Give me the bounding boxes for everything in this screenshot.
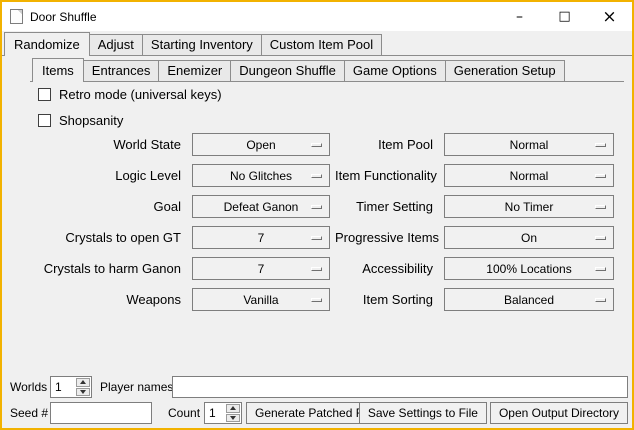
dropdown-indicator-icon [595,174,606,178]
dropdown-progressive-items-value: On [521,231,537,245]
tab-entrances[interactable]: Entrances [83,60,160,81]
close-button[interactable]: × [587,2,632,31]
worlds-spin-arrows [76,378,90,396]
worlds-label: Worlds [10,376,47,398]
window-title: Door Shuffle [30,10,97,24]
dropdown-timer-setting[interactable]: No Timer [444,195,614,218]
label-timer-setting: Timer Setting [335,195,439,218]
dropdown-accessibility[interactable]: 100% Locations [444,257,614,280]
save-settings-button[interactable]: Save Settings to File [359,402,487,424]
dropdown-weapons-value: Vanilla [243,293,278,307]
tab-randomize[interactable]: Randomize [4,32,90,56]
tab-adjust[interactable]: Adjust [89,34,143,55]
minimize-button[interactable]: – [497,2,542,31]
maximize-button[interactable]: □ [542,2,587,31]
spin-up-button[interactable] [76,378,90,387]
titlebar[interactable]: Door Shuffle – □ × [2,2,632,31]
window-controls: – □ × [497,2,632,31]
worlds-spinbox-value: 1 [51,377,75,397]
shopsanity-label[interactable]: Shopsanity [59,113,123,128]
shopsanity-checkbox-box[interactable] [38,114,51,127]
dropdown-indicator-icon [595,298,606,302]
dropdown-indicator-icon [311,236,322,240]
outer-tab-bar: Randomize Adjust Starting Inventory Cust… [2,31,632,56]
dropdown-logic-level-value: No Glitches [230,169,292,183]
label-progressive-items: Progressive Items [335,226,439,249]
checkbox-retro-mode[interactable]: Retro mode (universal keys) [38,86,222,102]
tab-enemizer[interactable]: Enemizer [158,60,231,81]
tab-game-options[interactable]: Game Options [344,60,446,81]
dropdown-indicator-icon [311,205,322,209]
dropdown-indicator-icon [311,298,322,302]
dropdown-crystals-open-gt-value: 7 [258,231,265,245]
tab-starting-inventory[interactable]: Starting Inventory [142,34,262,55]
label-accessibility: Accessibility [335,257,439,280]
dropdown-crystals-harm-ganon[interactable]: 7 [192,257,330,280]
dropdown-indicator-icon [595,205,606,209]
dropdown-indicator-icon [595,143,606,147]
dropdown-progressive-items[interactable]: On [444,226,614,249]
seed-label: Seed # [10,402,48,424]
dropdown-item-pool[interactable]: Normal [444,133,614,156]
label-crystals-harm-ganon: Crystals to harm Ganon [30,257,187,280]
dropdown-item-functionality[interactable]: Normal [444,164,614,187]
label-goal: Goal [30,195,187,218]
retro-mode-label[interactable]: Retro mode (universal keys) [59,87,222,102]
player-names-label: Player names [100,376,173,398]
label-logic-level: Logic Level [30,164,187,187]
dropdown-item-sorting[interactable]: Balanced [444,288,614,311]
checkbox-shopsanity[interactable]: Shopsanity [38,112,123,128]
count-spinbox[interactable]: 1 [204,402,242,424]
tab-dungeon-shuffle[interactable]: Dungeon Shuffle [230,60,345,81]
worlds-spinbox[interactable]: 1 [50,376,92,398]
arrow-down-icon [230,416,236,420]
inner-tab-bar: Items Entrances Enemizer Dungeon Shuffle… [30,58,624,82]
count-spin-arrows [226,404,240,422]
dropdown-weapons[interactable]: Vanilla [192,288,330,311]
dropdown-indicator-icon [595,236,606,240]
dropdown-indicator-icon [311,174,322,178]
label-item-sorting: Item Sorting [335,288,439,311]
seed-input[interactable] [50,402,152,424]
player-names-input[interactable] [172,376,628,398]
dropdown-indicator-icon [595,267,606,271]
dropdown-world-state-value: Open [246,138,275,152]
count-spinbox-value: 1 [205,403,225,423]
spin-up-button[interactable] [226,404,240,413]
arrow-down-icon [80,390,86,394]
tab-custom-item-pool[interactable]: Custom Item Pool [261,34,382,55]
label-item-functionality: Item Functionality [335,164,439,187]
label-weapons: Weapons [30,288,187,311]
options-form: World State Open Item Pool Normal Logic … [30,133,614,311]
dropdown-indicator-icon [311,267,322,271]
dropdown-world-state[interactable]: Open [192,133,330,156]
dropdown-crystals-open-gt[interactable]: 7 [192,226,330,249]
app-icon[interactable] [10,9,23,24]
tab-items[interactable]: Items [32,58,84,82]
label-item-pool: Item Pool [335,133,439,156]
dropdown-crystals-harm-ganon-value: 7 [258,262,265,276]
label-crystals-open-gt: Crystals to open GT [30,226,187,249]
spin-down-button[interactable] [226,414,240,423]
dropdown-timer-setting-value: No Timer [505,200,554,214]
dropdown-indicator-icon [311,143,322,147]
open-output-directory-button[interactable]: Open Output Directory [490,402,628,424]
dropdown-goal[interactable]: Defeat Ganon [192,195,330,218]
bottom-right-buttons: Save Settings to File Open Output Direct… [359,402,628,424]
spin-down-button[interactable] [76,388,90,397]
dropdown-item-functionality-value: Normal [510,169,549,183]
dropdown-item-sorting-value: Balanced [504,293,554,307]
door-shuffle-window: Door Shuffle – □ × Randomize Adjust Star… [0,0,634,430]
tab-generation-setup[interactable]: Generation Setup [445,60,565,81]
label-world-state: World State [30,133,187,156]
dropdown-goal-value: Defeat Ganon [224,200,299,214]
dropdown-accessibility-value: 100% Locations [486,262,571,276]
retro-mode-checkbox-box[interactable] [38,88,51,101]
arrow-up-icon [230,406,236,410]
dropdown-logic-level[interactable]: No Glitches [192,164,330,187]
arrow-up-icon [80,380,86,384]
count-label: Count [168,402,200,424]
dropdown-item-pool-value: Normal [510,138,549,152]
